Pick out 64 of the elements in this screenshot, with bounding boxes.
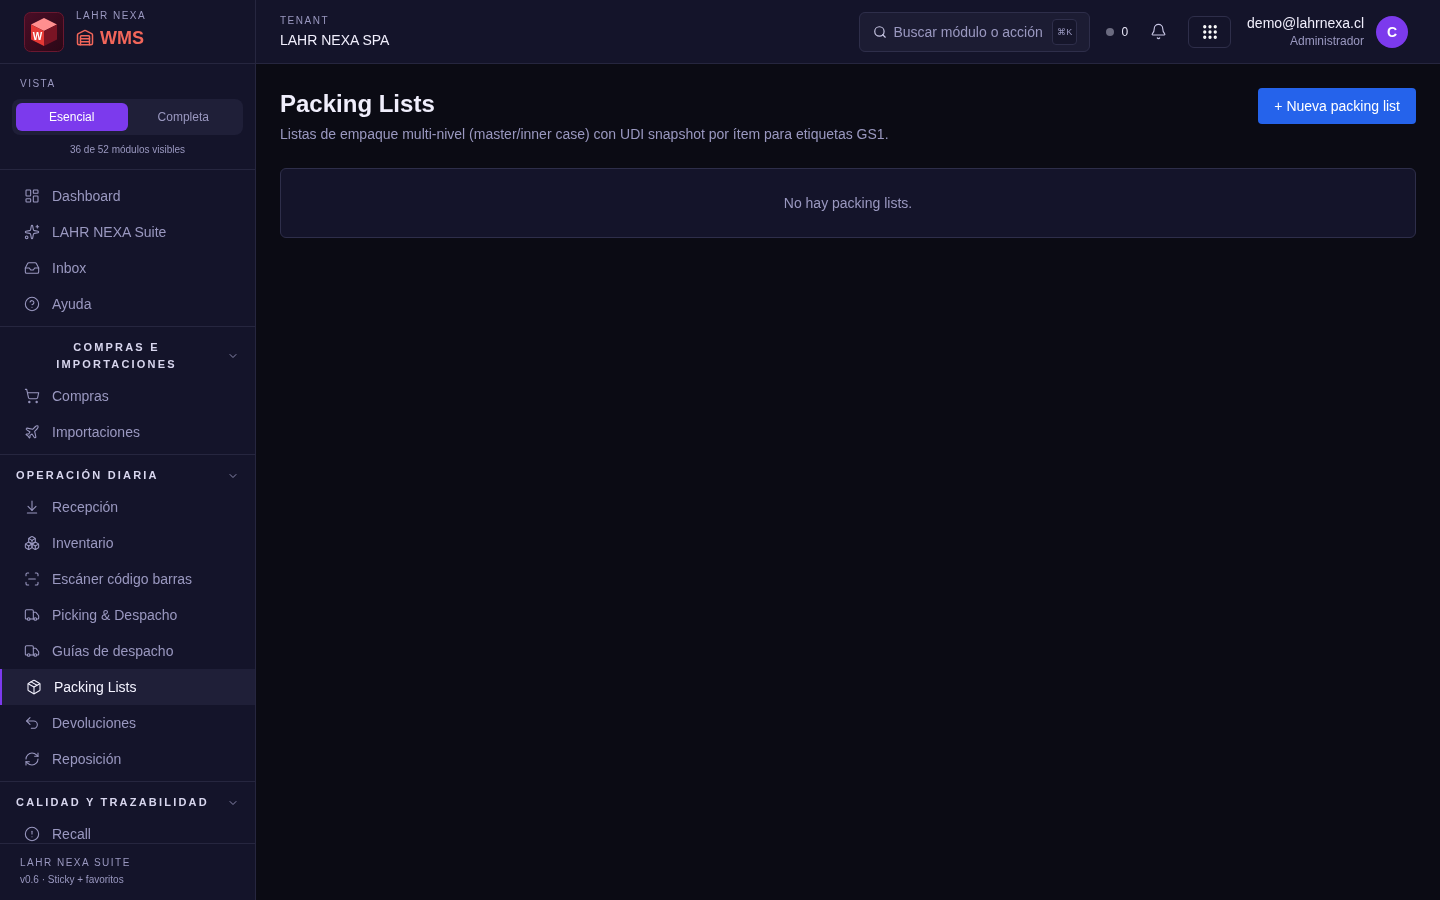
section-header[interactable]: COMPRAS E IMPORTACIONES — [0, 327, 255, 378]
version-text: v0.6 · Sticky + favoritos — [20, 874, 125, 886]
download-icon — [24, 499, 40, 515]
sidebar-item[interactable]: Devoluciones — [0, 705, 255, 741]
warehouse-icon — [76, 29, 94, 47]
dashboard-icon — [24, 188, 40, 204]
search-icon — [873, 24, 888, 39]
user-email: demo@lahrnexa.cl — [1247, 15, 1364, 31]
sidebar-item[interactable]: Picking & Despacho — [0, 597, 255, 633]
section-title: OPERACIÓN DIARIA — [16, 468, 159, 483]
empty-message: No hay packing lists. — [783, 195, 913, 211]
section-header[interactable]: CALIDAD Y TRAZABILIDAD — [0, 782, 255, 816]
section-title: COMPRAS E IMPORTACIONES — [55, 340, 178, 372]
inbox-icon — [24, 260, 40, 276]
sparkles-icon — [24, 224, 40, 240]
search-input[interactable]: Buscar módulo o acción — [893, 23, 1047, 40]
section-title: CALIDAD Y TRAZABILIDAD — [16, 795, 209, 810]
apps-button[interactable] — [1188, 15, 1232, 48]
sidebar-item[interactable]: Ayuda — [0, 286, 255, 322]
scan-icon — [24, 571, 40, 587]
section-header[interactable]: OPERACIÓN DIARIA — [0, 455, 255, 489]
footer-title: LAHR NEXA SUITE — [20, 857, 132, 869]
sidebar-item[interactable]: Packing Lists — [0, 669, 255, 705]
sidebar-item[interactable]: Inbox — [0, 250, 255, 286]
page-subtitle: Listas de empaque multi-nivel (master/inner case) con UDI snapshot por ítem para etiquetas GS1. — [280, 125, 889, 144]
status-dot-icon — [1106, 27, 1115, 36]
brand-overline: LAHR NEXA — [76, 10, 147, 22]
cube-logo-icon: W — [24, 11, 64, 52]
sidebar-item[interactable]: Inventario — [0, 525, 255, 561]
undo-icon — [24, 715, 40, 731]
truck-icon — [24, 643, 40, 659]
plane-icon — [24, 424, 40, 440]
sidebar-item[interactable]: Guías de despacho — [0, 633, 255, 669]
view-option[interactable]: Completa — [127, 103, 239, 131]
modules-caption: 36 de 52 módulos visibles — [68, 144, 187, 156]
tenant-name: LAHR NEXA SPA — [280, 32, 390, 48]
tenant-label: TENANT — [280, 15, 330, 27]
view-label: VISTA — [19, 78, 57, 90]
sidebar-item[interactable]: Compras — [0, 378, 255, 414]
sidebar-item[interactable]: Importaciones — [0, 414, 255, 450]
grid-dots-icon — [1200, 22, 1219, 41]
view-option[interactable]: Esencial — [16, 103, 128, 131]
sidebar-item[interactable]: Escáner código barras — [0, 561, 255, 597]
bell-icon — [1149, 23, 1167, 40]
shortcut-key: ⌘K — [1052, 18, 1078, 45]
sidebar-item[interactable]: Recepción — [0, 489, 255, 525]
new-packing-list-button[interactable]: + Nueva packing list — [1258, 88, 1416, 124]
help-icon — [24, 296, 40, 312]
cart-icon — [24, 388, 40, 404]
status-count: 0 — [1121, 24, 1129, 39]
page-title: Packing Lists — [280, 89, 436, 119]
boxes-icon — [24, 535, 40, 551]
sidebar-item[interactable]: Recall — [0, 816, 255, 843]
package-icon — [26, 679, 42, 695]
app-name: WMS — [100, 27, 144, 49]
sidebar-item[interactable]: LAHR NEXA Suite — [0, 214, 255, 250]
user-role: Administrador — [1289, 34, 1364, 48]
refresh-icon — [24, 751, 40, 767]
user-avatar[interactable]: C — [1376, 15, 1408, 48]
alert-icon — [24, 826, 40, 842]
sidebar-item[interactable]: Dashboard — [0, 178, 255, 214]
truck-icon — [24, 607, 40, 623]
search-field[interactable]: Buscar módulo o acción ⌘K — [859, 11, 1091, 52]
sidebar-item[interactable]: Reposición — [0, 741, 255, 777]
